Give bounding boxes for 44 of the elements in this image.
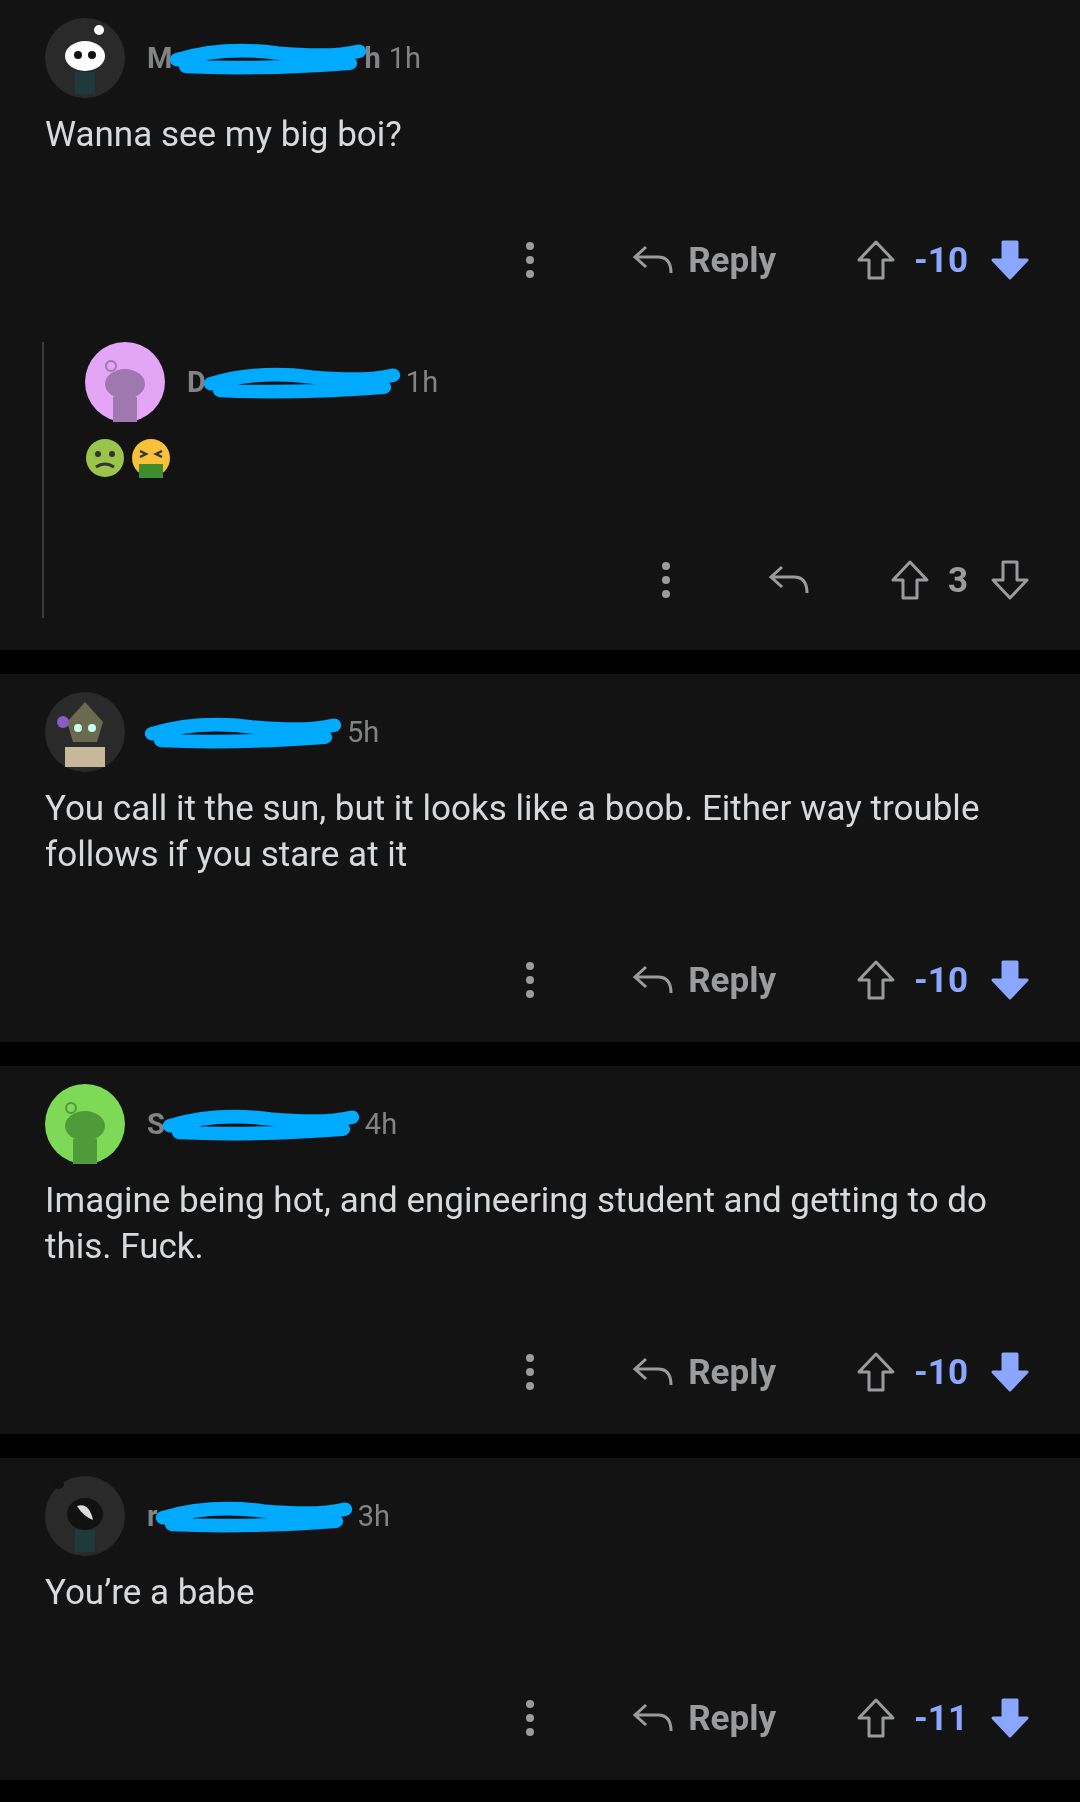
comment-text: You call it the sun, but it looks like a boob. Either way trouble follows if you stare at it: [45, 787, 981, 877]
more-options-icon[interactable]: [524, 960, 537, 1000]
more-options-icon[interactable]: [524, 1698, 537, 1738]
reply-button[interactable]: Reply: [632, 1351, 777, 1393]
comment-text: You’re a babe: [45, 1571, 256, 1615]
timestamp: 1h: [388, 41, 421, 75]
upvote-icon[interactable]: [856, 1351, 897, 1393]
reply-button[interactable]: Reply: [632, 239, 777, 281]
username[interactable]: D: [187, 365, 206, 399]
timestamp: 4h: [364, 1107, 398, 1141]
avatar-icon[interactable]: [45, 18, 125, 98]
vote-count: -10: [914, 1351, 968, 1393]
username[interactable]: M: [147, 41, 173, 75]
timestamp: 3h: [357, 1499, 390, 1533]
comment-text: Wanna see my big boi?: [45, 113, 403, 157]
comment-text: Imagine being hot, and engineering student and getting to do this. Fuck.: [45, 1179, 989, 1269]
more-options-icon[interactable]: [659, 560, 672, 600]
username[interactable]: r: [147, 1499, 158, 1533]
more-options-icon[interactable]: [524, 240, 537, 280]
vote-count: -11: [914, 1697, 968, 1739]
downvote-icon[interactable]: [990, 1351, 1030, 1393]
timestamp: 5h: [347, 715, 380, 749]
vote-count: -10: [914, 239, 968, 281]
upvote-icon[interactable]: [856, 1697, 897, 1739]
upvote-icon[interactable]: [856, 239, 897, 281]
vote-count: 3: [947, 559, 968, 601]
more-options-icon[interactable]: [524, 1352, 537, 1392]
downvote-icon[interactable]: [990, 1697, 1030, 1739]
downvote-icon[interactable]: [990, 959, 1030, 1001]
username[interactable]: S: [147, 1107, 165, 1141]
avatar-icon[interactable]: [45, 692, 125, 772]
downvote-icon[interactable]: [990, 239, 1030, 281]
vote-count: -10: [914, 959, 968, 1001]
timestamp: 1h: [405, 365, 439, 399]
downvote-icon[interactable]: [990, 559, 1030, 601]
username[interactable]: h: [364, 41, 381, 75]
upvote-icon[interactable]: [856, 959, 897, 1001]
avatar-icon[interactable]: [45, 1084, 125, 1164]
avatar-icon[interactable]: [85, 342, 165, 422]
vomiting-face-icon: [131, 438, 171, 478]
sick-face-icon: [85, 438, 125, 478]
reply-button[interactable]: Reply: [632, 959, 777, 1001]
upvote-icon[interactable]: [889, 559, 930, 601]
reply-button[interactable]: Reply: [632, 1697, 777, 1739]
